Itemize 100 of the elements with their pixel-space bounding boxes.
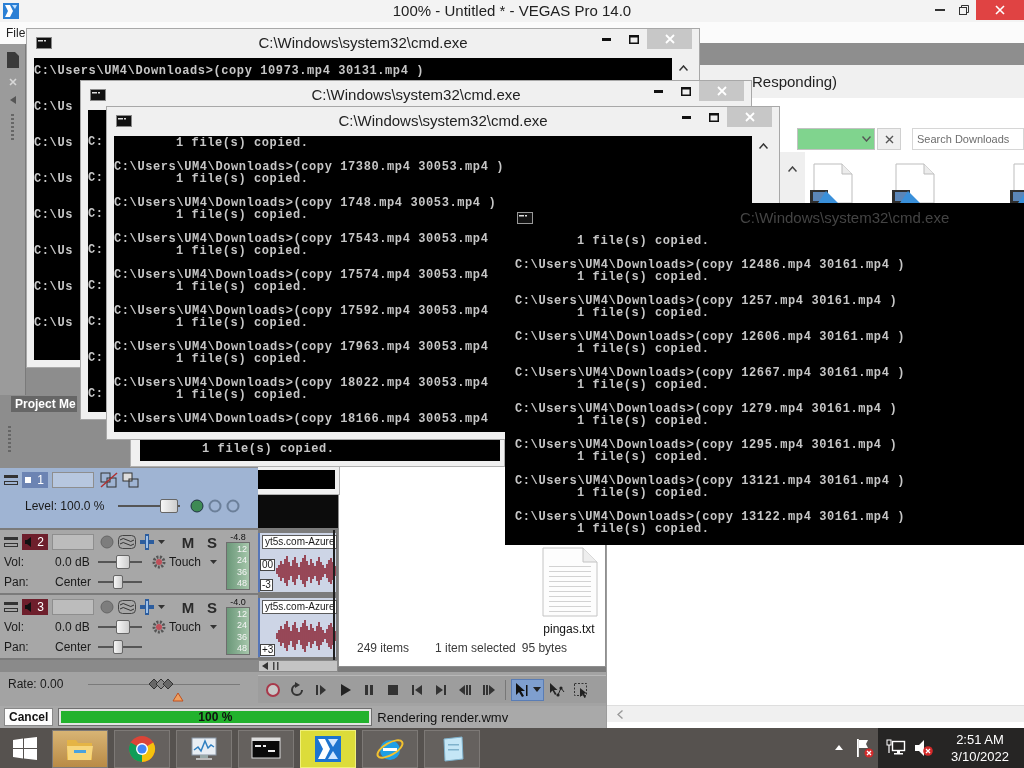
stop-button[interactable] [877, 128, 901, 150]
slider-thumb[interactable] [148, 677, 175, 691]
triangle-marker-icon [172, 692, 184, 702]
clip-tag: -3 [260, 579, 273, 591]
console-line: C:\Users\UM4\Downloads>(copy 17963.mp4 30053.mp4 [114, 341, 489, 353]
clock-button[interactable]: 2:51 AM 3/10/2022 [940, 731, 1020, 765]
slider-thumb[interactable] [116, 620, 130, 634]
dashed-pointer-icon [573, 681, 589, 698]
audio-clip[interactable]: yt5s.com-Azure +3 [258, 598, 336, 657]
console-line: C: [88, 388, 104, 400]
speaker-icon[interactable] [914, 739, 934, 757]
document-icon[interactable] [6, 52, 19, 68]
search-field[interactable]: Search Downloads [912, 128, 1024, 150]
clip-tag: +3 [260, 644, 276, 656]
track-number-badge[interactable]: 1 [22, 472, 48, 488]
chevron-logo-icon [313, 735, 343, 763]
panel-tab[interactable]: Project Me [11, 396, 77, 412]
console-line: C:\Users\UM4\Downloads>(copy 18166.mp4 30053.mp4 [114, 413, 489, 425]
console-icon [517, 211, 533, 224]
window-title: C:\Windows\system32\cmd.exe [311, 86, 521, 104]
grip-icon[interactable] [10, 114, 15, 140]
volume-value: 0.0 dB [55, 555, 91, 569]
console-line: 1 file(s) copied. [577, 451, 710, 463]
scrollbar[interactable] [780, 152, 805, 203]
volume-label: Vol: [4, 620, 25, 634]
level-label: Level: 100.0 % [25, 499, 106, 513]
mute-button[interactable]: M [180, 533, 196, 551]
console-line: 1 file(s) copied. [577, 343, 710, 355]
network-icon[interactable] [886, 739, 906, 757]
bars-icon[interactable] [4, 601, 18, 613]
track-header[interactable]: 1 Level: 100.0 % [0, 468, 258, 530]
solo-button[interactable]: S [204, 598, 220, 616]
crossed-squares-icon[interactable] [100, 472, 118, 488]
track-name-field[interactable] [52, 472, 94, 488]
chevron-down-icon[interactable] [862, 136, 871, 142]
console-line: 1 file(s) copied. [577, 307, 710, 319]
solo-button[interactable]: S [204, 533, 220, 551]
waveform-envelope-icon[interactable] [118, 535, 136, 549]
slider-thumb[interactable] [113, 640, 124, 654]
track-number-badge[interactable]: 3 [22, 599, 48, 615]
track-number: 2 [37, 535, 44, 549]
timeline-scrollbar[interactable] [258, 660, 338, 672]
taskbar-button[interactable] [238, 730, 294, 768]
automation-button[interactable]: Touch [146, 553, 218, 571]
volume-label: Vol: [4, 555, 25, 569]
track-header[interactable]: 3 M S Vol: 0.0 dB Touch Pan: Center -4.0 12 24 36 48 [0, 595, 258, 660]
console-line: C: [88, 136, 104, 148]
caret-icon[interactable] [158, 540, 165, 544]
caret-icon [210, 625, 218, 629]
window-title: C:\Windows\system32\cmd.exe [740, 209, 950, 226]
speaker-icon [25, 602, 31, 612]
automation-button[interactable]: Touch [146, 618, 218, 636]
meter-mark: 48 [237, 643, 247, 654]
console-line: C: [88, 316, 104, 328]
track-name-field[interactable] [52, 599, 94, 615]
track-name-field[interactable] [52, 534, 94, 550]
fader-icon[interactable] [140, 534, 154, 550]
window-title: Responding) [752, 73, 838, 90]
menu-item[interactable]: File [6, 25, 26, 41]
envelope-pointer-icon [549, 681, 565, 698]
track-number-badge[interactable]: 2 [22, 534, 48, 550]
clip-name: yt5s.com-Azure [262, 600, 338, 614]
left-arrow-icon[interactable] [262, 662, 268, 670]
disc-icon[interactable] [190, 499, 204, 513]
gear-icon [152, 555, 166, 569]
fader-icon[interactable] [140, 599, 154, 615]
window-title: 100% - Untitled * - VEGAS Pro 14.0 [392, 2, 632, 20]
slider-thumb[interactable] [116, 555, 130, 569]
flag-icon[interactable] [856, 738, 874, 758]
console-line: C:\Users\UM4\Downloads>(copy 1295.mp4 30161.mp4 ) [515, 439, 898, 451]
windows-logo-icon [13, 736, 37, 760]
mute-button[interactable]: M [180, 598, 196, 616]
slider-thumb[interactable] [159, 499, 178, 513]
stacked-squares-icon[interactable] [122, 472, 140, 488]
file-name[interactable]: pingas.txt [543, 622, 595, 636]
console-line: C:\Users\UM4\Downloads>(copy 12486.mp4 30161.mp4 ) [515, 259, 906, 271]
video-file-icon[interactable] [1008, 163, 1024, 203]
maximize-icon [628, 34, 639, 44]
track-header[interactable]: 2 M S Vol: 0.0 dB Touch Pan: Center -4.8 12 24 36 48 [0, 530, 258, 595]
edit-tool-button[interactable] [511, 678, 544, 701]
bars-icon[interactable] [4, 536, 18, 548]
console-line: C:\Users\UM4\Downloads>(copy 10973.mp4 30131.mp4 ) [34, 65, 425, 77]
cancel-button[interactable]: Cancel [4, 708, 54, 726]
video-file-icon[interactable] [808, 163, 856, 203]
monitor-graph-icon [189, 735, 219, 763]
slider-thumb[interactable] [113, 575, 124, 589]
file-size: 95 bytes [521, 641, 568, 655]
scrollbar[interactable] [607, 705, 1024, 722]
pointer-icon [514, 681, 530, 698]
console-line: C:\Us [34, 137, 73, 149]
caret-icon[interactable] [158, 605, 165, 609]
meter-mark: 48 [237, 578, 247, 589]
console-icon [90, 89, 106, 101]
grip-icon[interactable] [273, 662, 279, 670]
waveform-envelope-icon[interactable] [118, 600, 136, 614]
bars-icon[interactable] [4, 474, 18, 486]
console-line: 1 file(s) copied. [176, 353, 309, 365]
gear-icon [152, 620, 166, 634]
grip-icon[interactable] [8, 426, 12, 452]
video-file-icon[interactable] [890, 163, 938, 203]
